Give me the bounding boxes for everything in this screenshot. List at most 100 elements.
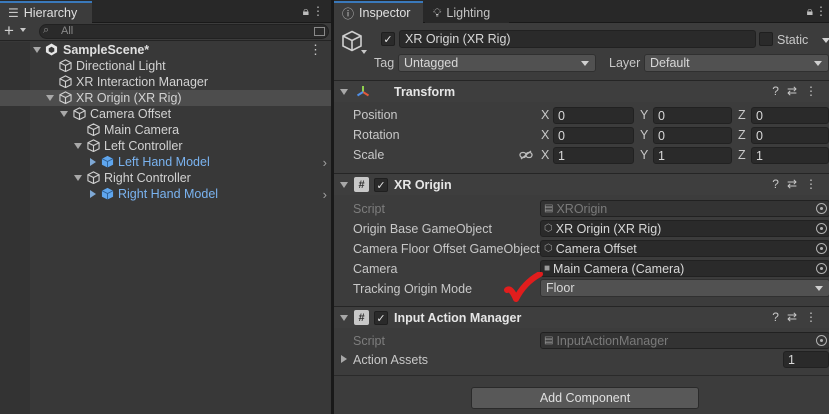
camera-field[interactable]: ■ Main Camera (Camera) xyxy=(540,260,829,277)
hierarchy-item-xr-origin[interactable]: XR Origin (XR Rig) xyxy=(0,90,331,106)
rotation-x-field[interactable]: 0 xyxy=(553,127,634,144)
item-label: Main Camera xyxy=(104,123,180,137)
create-caret-icon[interactable] xyxy=(20,28,26,32)
action-assets-label[interactable]: Action Assets xyxy=(353,353,428,367)
hierarchy-search-input[interactable]: ⌕ All xyxy=(39,24,329,39)
rotation-y-field[interactable]: 0 xyxy=(653,127,732,144)
scale-x-field[interactable]: 1 xyxy=(553,147,634,164)
origin-base-field[interactable]: ⬡ XR Origin (XR Rig) xyxy=(540,220,829,237)
axis-x-label[interactable]: X xyxy=(541,128,549,142)
item-label: Directional Light xyxy=(76,59,166,73)
scale-label: Scale xyxy=(353,148,385,162)
kebab-menu-icon[interactable]: ⋮ xyxy=(815,4,827,18)
object-picker-icon[interactable] xyxy=(816,243,827,254)
tab-inspector[interactable]: ⓘ Inspector xyxy=(334,1,423,23)
axis-y-label[interactable]: Y xyxy=(640,128,648,142)
scale-z-field[interactable]: 1 xyxy=(751,147,829,164)
axis-x-label[interactable]: X xyxy=(541,148,549,162)
lock-icon[interactable]: 🔒︎ xyxy=(303,4,309,19)
hierarchy-item-camera-offset[interactable]: Camera Offset xyxy=(30,106,331,122)
expand-arrow-icon[interactable] xyxy=(33,47,41,53)
active-checkbox[interactable]: ✓ xyxy=(381,32,395,46)
hierarchy-item-left-controller[interactable]: Left Controller xyxy=(30,138,331,154)
create-plus-icon[interactable]: + xyxy=(4,21,14,41)
expand-arrow-icon[interactable] xyxy=(74,175,82,181)
expand-arrow-icon[interactable] xyxy=(60,111,68,117)
hierarchy-item-xr-interaction-manager[interactable]: XR Interaction Manager xyxy=(30,74,331,90)
expand-arrow-icon[interactable] xyxy=(90,190,96,198)
hierarchy-item-directional-light[interactable]: Directional Light xyxy=(30,58,331,74)
axis-y-label[interactable]: Y xyxy=(640,108,648,122)
hierarchy-item-left-hand-model[interactable]: Left Hand Model › xyxy=(30,154,331,170)
chevron-right-icon[interactable]: › xyxy=(323,155,327,170)
object-picker-icon[interactable] xyxy=(816,263,827,274)
collapse-arrow-icon[interactable] xyxy=(340,182,348,188)
position-x-field[interactable]: 0 xyxy=(553,107,634,124)
tab-lighting[interactable]: 💡︎ Lighting xyxy=(425,1,509,23)
kebab-menu-icon[interactable]: ⋮ xyxy=(312,4,324,18)
kebab-menu-icon[interactable]: ⋮ xyxy=(805,177,825,191)
icon-picker-caret-icon[interactable] xyxy=(361,50,367,54)
lock-icon[interactable]: 🔒︎ xyxy=(807,4,813,19)
inspector-tabbar: ⓘ Inspector 💡︎ Lighting 🔒︎ ⋮ xyxy=(334,0,829,23)
collapse-arrow-icon[interactable] xyxy=(340,89,348,95)
add-component-button[interactable]: Add Component xyxy=(471,387,699,409)
hierarchy-item-right-hand-model[interactable]: Right Hand Model › xyxy=(30,186,331,202)
camera-floor-offset-field[interactable]: ⬡ Camera Offset xyxy=(540,240,829,257)
gameobject-cube-icon: ⬡ xyxy=(544,223,553,234)
object-name-field[interactable]: XR Origin (XR Rig) xyxy=(399,30,756,48)
axis-z-label[interactable]: Z xyxy=(738,128,746,142)
scale-y-field[interactable]: 1 xyxy=(653,147,732,164)
expand-arrow-icon[interactable] xyxy=(90,158,96,166)
component-enabled-checkbox[interactable]: ✓ xyxy=(374,178,388,192)
component-enabled-checkbox[interactable]: ✓ xyxy=(374,311,388,325)
axis-z-label[interactable]: Z xyxy=(738,148,746,162)
collapse-arrow-icon[interactable] xyxy=(340,315,348,321)
tab-hierarchy[interactable]: ☰ Hierarchy xyxy=(0,1,92,23)
kebab-menu-icon[interactable]: ⋮ xyxy=(805,84,825,98)
object-picker-icon[interactable] xyxy=(816,223,827,234)
constrain-proportions-link-icon[interactable] xyxy=(519,150,533,160)
presets-icon[interactable]: ⇄ xyxy=(787,177,805,191)
expand-arrow-icon[interactable] xyxy=(74,143,82,149)
scene-row[interactable]: SampleScene* ⋮ xyxy=(30,42,331,58)
action-assets-size-field[interactable]: 1 xyxy=(783,351,829,368)
axis-y-label[interactable]: Y xyxy=(640,148,648,162)
chevron-down-icon xyxy=(814,61,822,66)
help-icon[interactable]: ? xyxy=(772,84,787,98)
scene-menu-icon[interactable]: ⋮ xyxy=(309,42,322,58)
kebab-menu-icon[interactable]: ⋮ xyxy=(805,310,825,324)
axis-z-label[interactable]: Z xyxy=(738,108,746,122)
input-action-manager-header[interactable]: # ✓ Input Action Manager ?⇄⋮ xyxy=(334,306,829,328)
info-icon: ⓘ xyxy=(342,6,355,21)
help-icon[interactable]: ? xyxy=(772,310,787,324)
item-label: Right Controller xyxy=(104,171,191,185)
static-checkbox[interactable] xyxy=(759,32,773,46)
static-dropdown-caret-icon[interactable] xyxy=(822,38,829,43)
transform-header[interactable]: Transform ?⇄⋮ xyxy=(334,80,829,102)
presets-icon[interactable]: ⇄ xyxy=(787,310,805,324)
component-header-icons: ?⇄⋮ xyxy=(772,310,825,324)
tracking-origin-mode-dropdown[interactable]: Floor xyxy=(540,279,829,297)
expand-arrow-icon[interactable] xyxy=(46,95,54,101)
chevron-right-icon[interactable]: › xyxy=(323,187,327,202)
expand-arrow-icon[interactable] xyxy=(341,355,347,363)
axis-x-label[interactable]: X xyxy=(541,108,549,122)
origin-base-label: Origin Base GameObject xyxy=(353,222,492,236)
tag-dropdown[interactable]: Untagged xyxy=(398,54,596,72)
rotation-z-field[interactable]: 0 xyxy=(751,127,829,144)
hierarchy-item-right-controller[interactable]: Right Controller xyxy=(30,170,331,186)
help-icon[interactable]: ? xyxy=(772,177,787,191)
xr-origin-header[interactable]: # ✓ XR Origin ?⇄⋮ xyxy=(334,173,829,195)
gameobject-cube-icon xyxy=(342,30,362,52)
layer-dropdown[interactable]: Default xyxy=(644,54,829,72)
scene-label: SampleScene* xyxy=(63,43,150,57)
gameobject-cube-icon xyxy=(59,91,72,104)
position-y-field[interactable]: 0 xyxy=(653,107,732,124)
search-filter-icon[interactable] xyxy=(314,27,325,36)
position-z-field[interactable]: 0 xyxy=(751,107,829,124)
presets-icon[interactable]: ⇄ xyxy=(787,84,805,98)
gameobject-cube-icon xyxy=(73,107,86,120)
hierarchy-item-main-camera[interactable]: Main Camera xyxy=(30,122,331,138)
gameobject-cube-icon: ⬡ xyxy=(544,243,553,254)
